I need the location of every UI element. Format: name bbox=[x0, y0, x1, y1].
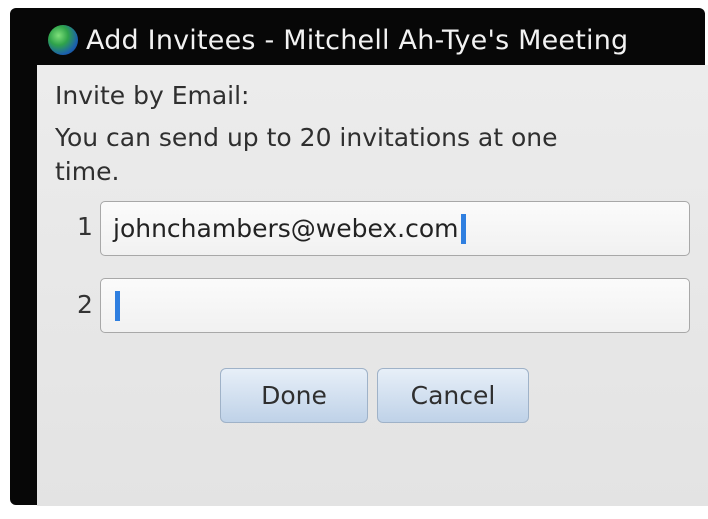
invitee-email-field-2[interactable] bbox=[100, 278, 690, 333]
add-invitees-dialog: Invite by Email: You can send up to 20 i… bbox=[37, 65, 708, 506]
invite-limit-text-line1: You can send up to 20 invitations at one bbox=[55, 123, 558, 152]
text-cursor bbox=[115, 290, 120, 321]
device-screen: Add Invitees - Mitchell Ah-Tye's Meeting… bbox=[10, 8, 708, 506]
invite-limit-text-line2: time. bbox=[55, 157, 120, 186]
invitee-number-1: 1 bbox=[77, 212, 93, 241]
window-title: Add Invitees - Mitchell Ah-Tye's Meeting bbox=[86, 24, 629, 56]
cancel-button[interactable]: Cancel bbox=[377, 368, 529, 423]
invitee-email-value-1: johnchambers@webex.com bbox=[113, 214, 459, 243]
text-cursor bbox=[460, 213, 466, 244]
title-bar: Add Invitees - Mitchell Ah-Tye's Meeting bbox=[42, 16, 708, 64]
invitee-number-2: 2 bbox=[77, 290, 93, 319]
invite-by-email-heading: Invite by Email: bbox=[55, 81, 250, 110]
globe-icon bbox=[48, 25, 78, 55]
done-button[interactable]: Done bbox=[220, 368, 368, 423]
invitee-email-field-1[interactable]: johnchambers@webex.com bbox=[100, 201, 690, 256]
